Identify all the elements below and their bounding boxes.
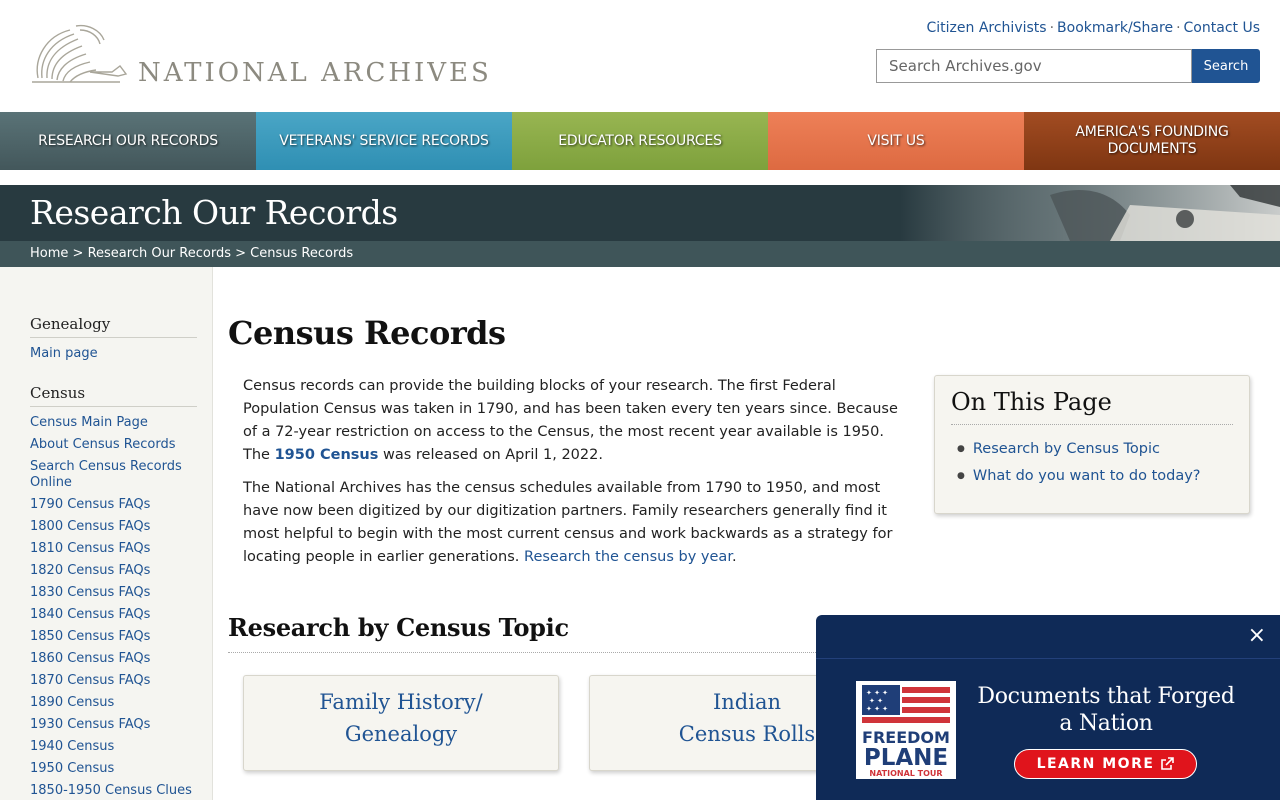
main-nav: RESEARCH OUR RECORDS VETERANS' SERVICE R… <box>0 112 1280 170</box>
sidebar-link[interactable]: 1890 Census <box>30 695 197 711</box>
learn-more-button[interactable]: LEARN MORE <box>1014 749 1197 779</box>
what-do-you-want-link[interactable]: What do you want to do today? <box>973 468 1201 484</box>
sidebar-link[interactable]: 1800 Census FAQs <box>30 519 197 535</box>
promo-headline: Documents that Forged a Nation <box>977 684 1235 736</box>
close-icon[interactable]: × <box>1248 623 1266 648</box>
freedom-plane-logo: ✦ ✦ ✦ ✦ ✦ ✦ ✦ ✦ FREEDOM PLANE NATIONAL T… <box>856 681 956 779</box>
svg-text:✦ ✦: ✦ ✦ <box>869 697 883 705</box>
external-link-icon <box>1161 757 1175 770</box>
sidebar-link-main-page[interactable]: Main page <box>30 346 197 362</box>
banner-title: Research Our Records <box>30 193 398 232</box>
sidebar-heading-census: Census <box>30 384 197 407</box>
bookmark-share-link[interactable]: Bookmark/Share <box>1057 20 1173 36</box>
sidebar-link[interactable]: 1820 Census FAQs <box>30 563 197 579</box>
intro-text: Census records can provide the building … <box>243 375 908 579</box>
learn-more-label: LEARN MORE <box>1036 756 1155 772</box>
sidebar-link[interactable]: 1930 Census FAQs <box>30 717 197 733</box>
sidebar-link[interactable]: 1810 Census FAQs <box>30 541 197 557</box>
national-archives-logo[interactable]: NATIONAL ARCHIVES <box>30 22 510 94</box>
sidebar-link[interactable]: 1940 Census <box>30 739 197 755</box>
nav-educator-resources[interactable]: EDUCATOR RESOURCES <box>512 112 768 170</box>
sidebar-link[interactable]: 1950 Census <box>30 761 197 777</box>
nav-label: AMERICA'S FOUNDING DOCUMENTS <box>1075 124 1229 157</box>
list-item: Research by Census Topic <box>957 437 1233 464</box>
svg-text:NATIONAL TOUR: NATIONAL TOUR <box>869 769 942 778</box>
nav-research-our-records[interactable]: RESEARCH OUR RECORDS <box>0 112 256 170</box>
on-this-page-title: On This Page <box>951 388 1233 425</box>
nav-label: RESEARCH OUR RECORDS <box>38 132 218 149</box>
nav-americas-founding-documents[interactable]: AMERICA'S FOUNDING DOCUMENTS <box>1024 112 1280 170</box>
page-banner: Research Our Records <box>0 185 1280 241</box>
sidebar-link[interactable]: 1830 Census FAQs <box>30 585 197 601</box>
contact-us-link[interactable]: Contact Us <box>1184 20 1260 36</box>
paragraph-text: . <box>731 549 737 565</box>
link-separator: · <box>1176 20 1181 36</box>
paragraph-text: was released on April 1, 2022. <box>378 447 603 463</box>
section-heading: Research by Census Topic <box>228 613 828 653</box>
sidebar-link[interactable]: 1870 Census FAQs <box>30 673 197 689</box>
intro-paragraph: The National Archives has the census sch… <box>243 477 908 569</box>
promo-popup: × ✦ ✦ ✦ ✦ ✦ ✦ ✦ ✦ FREEDOM PLANE NATIONAL… <box>816 615 1280 800</box>
on-this-page-box: On This Page Research by Census Topic Wh… <box>934 375 1250 514</box>
breadcrumb: Home > Research Our Records > Census Rec… <box>0 241 1280 267</box>
logo-text: NATIONAL ARCHIVES <box>138 58 492 88</box>
breadcrumb-current: Census Records <box>250 246 354 261</box>
svg-text:✦ ✦ ✦: ✦ ✦ ✦ <box>866 689 888 697</box>
promo-divider <box>816 658 1280 659</box>
link-separator: · <box>1049 20 1055 36</box>
topic-card-line[interactable]: Family History/ <box>244 686 558 718</box>
sidebar-link[interactable]: Search Census Records Online <box>30 459 197 491</box>
1950-census-link[interactable]: 1950 Census <box>275 447 379 463</box>
nav-label: EDUCATOR RESOURCES <box>558 132 722 149</box>
sidebar-heading-genealogy: Genealogy <box>30 315 197 338</box>
nav-label: VETERANS' SERVICE RECORDS <box>279 132 489 149</box>
sidebar-link[interactable]: 1840 Census FAQs <box>30 607 197 623</box>
breadcrumb-separator: > <box>235 246 247 261</box>
sidebar-link[interactable]: 1790 Census FAQs <box>30 497 197 513</box>
sidebar-link[interactable]: About Census Records <box>30 437 197 453</box>
sidebar-link[interactable]: 1850 Census FAQs <box>30 629 197 645</box>
search-input[interactable] <box>876 49 1192 83</box>
breadcrumb-research-our-records[interactable]: Research Our Records <box>88 246 231 261</box>
search-button[interactable]: Search <box>1192 49 1260 83</box>
page-title: Census Records <box>228 314 506 352</box>
research-by-year-link[interactable]: Research the census by year <box>524 549 732 565</box>
breadcrumb-home[interactable]: Home <box>30 246 68 261</box>
sidebar-census-group: Census Census Main Page About Census Rec… <box>30 384 197 799</box>
utility-links: Citizen Archivists · Bookmark/Share · Contac… <box>927 20 1261 36</box>
banner-photo <box>900 185 1280 241</box>
nav-label: VISIT US <box>867 132 925 149</box>
sidebar-link[interactable]: Census Main Page <box>30 415 197 431</box>
eagle-logo-icon <box>32 24 128 83</box>
sidebar: Genealogy Main page Census Census Main P… <box>0 267 213 800</box>
topic-card-family-history[interactable]: Family History/ Genealogy <box>243 675 559 771</box>
research-by-census-topic-link[interactable]: Research by Census Topic <box>973 441 1160 457</box>
sidebar-genealogy-group: Genealogy Main page <box>30 315 197 362</box>
site-header: NATIONAL ARCHIVES Citizen Archivists · Boo… <box>0 0 1280 112</box>
nav-veterans-service-records[interactable]: VETERANS' SERVICE RECORDS <box>256 112 512 170</box>
nav-visit-us[interactable]: VISIT US <box>768 112 1024 170</box>
intro-paragraph: Census records can provide the building … <box>243 375 908 467</box>
svg-text:✦ ✦ ✦: ✦ ✦ ✦ <box>866 705 888 713</box>
on-this-page-list: Research by Census Topic What do you wan… <box>951 437 1233 491</box>
sidebar-link[interactable]: 1860 Census FAQs <box>30 651 197 667</box>
citizen-archivists-link[interactable]: Citizen Archivists <box>927 20 1047 36</box>
breadcrumb-separator: > <box>72 246 84 261</box>
list-item: What do you want to do today? <box>957 464 1233 491</box>
sidebar-link[interactable]: 1850-1950 Census Clues <box>30 783 197 799</box>
svg-text:PLANE: PLANE <box>864 745 948 771</box>
topic-card-line[interactable]: Genealogy <box>244 718 558 750</box>
